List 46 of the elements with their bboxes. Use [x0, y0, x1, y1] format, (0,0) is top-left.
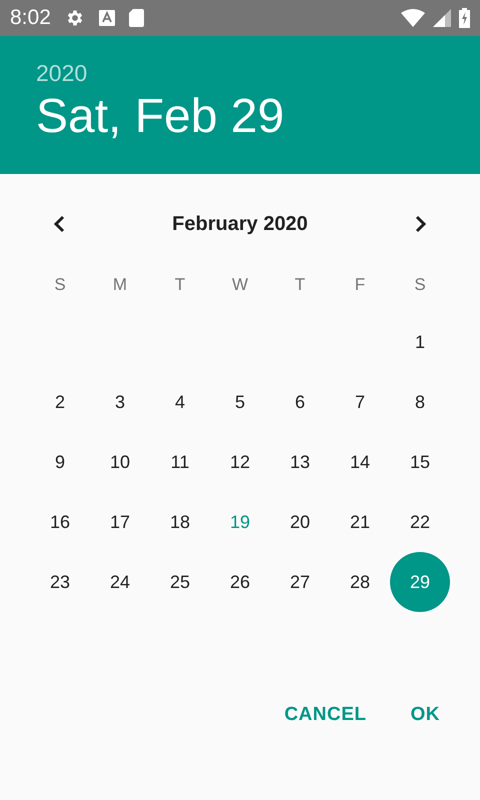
weekday-label: S [54, 275, 66, 295]
calendar-day[interactable]: 22 [390, 492, 450, 552]
signal-icon [433, 9, 451, 27]
calendar-day[interactable]: 6 [270, 372, 330, 432]
selected-day[interactable]: 29 [390, 552, 450, 612]
weekday-label: W [232, 275, 248, 295]
status-time: 8:02 [10, 6, 51, 30]
calendar-day[interactable]: 8 [390, 372, 450, 432]
weekday-label: M [112, 275, 128, 295]
calendar-day[interactable]: 11 [150, 432, 210, 492]
month-title: February 2020 [172, 212, 308, 236]
calendar-day[interactable]: 23 [30, 552, 90, 612]
font-icon [98, 10, 115, 26]
calendar-day[interactable]: 2 [30, 372, 90, 432]
calendar-day[interactable]: 9 [30, 432, 90, 492]
weekday-label: F [354, 275, 366, 295]
cancel-button[interactable]: CANCEL [270, 691, 380, 739]
weekday-label: T [174, 275, 186, 295]
calendar-day[interactable]: 28 [330, 552, 390, 612]
calendar-day[interactable]: 25 [150, 552, 210, 612]
calendar-day[interactable]: 27 [270, 552, 330, 612]
calendar-day[interactable]: 21 [330, 492, 390, 552]
weekday-label: S [414, 275, 426, 295]
calendar-day[interactable]: 1 [390, 312, 450, 372]
calendar-day[interactable]: 10 [90, 432, 150, 492]
calendar-day[interactable]: 24 [90, 552, 150, 612]
calendar-day[interactable]: 17 [90, 492, 150, 552]
calendar-day[interactable]: 16 [30, 492, 90, 552]
calendar-day[interactable]: 19 [210, 492, 270, 552]
battery-charging-icon [459, 8, 470, 28]
calendar-day[interactable]: 26 [210, 552, 270, 612]
weekday-label: T [294, 275, 306, 295]
wifi-icon [401, 9, 425, 27]
calendar-day[interactable]: 5 [210, 372, 270, 432]
calendar-day[interactable]: 20 [270, 492, 330, 552]
calendar-day[interactable]: 3 [90, 372, 150, 432]
calendar-day[interactable]: 18 [150, 492, 210, 552]
selected-date: Sat, Feb 29 [36, 89, 284, 144]
calendar-day[interactable]: 14 [330, 432, 390, 492]
calendar-day[interactable]: 4 [150, 372, 210, 432]
calendar-day[interactable]: 13 [270, 432, 330, 492]
sd-card-icon [128, 9, 144, 27]
ok-button[interactable]: OK [396, 691, 454, 739]
calendar-day[interactable]: 12 [210, 432, 270, 492]
calendar-day[interactable]: 15 [390, 432, 450, 492]
calendar-day[interactable]: 7 [330, 372, 390, 432]
